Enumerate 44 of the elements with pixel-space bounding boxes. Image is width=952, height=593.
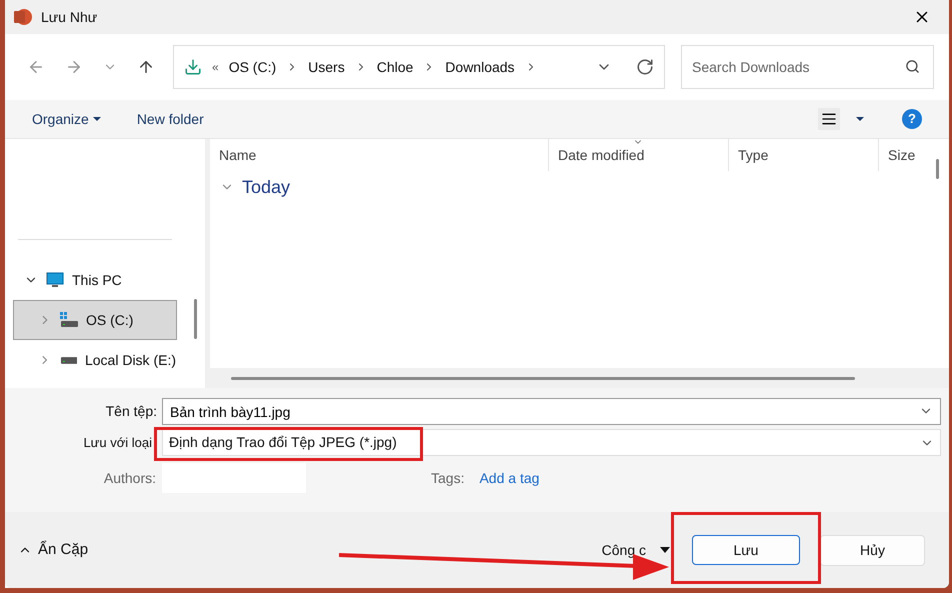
help-icon[interactable]: ?: [902, 109, 922, 129]
save-button[interactable]: Lưu: [692, 535, 800, 565]
column-header[interactable]: Name: [210, 139, 548, 171]
monitor-icon: [46, 272, 64, 288]
refresh-icon[interactable]: [636, 58, 654, 76]
search-field[interactable]: Search Downloads: [681, 45, 934, 89]
file-type-dropdown[interactable]: Định dạng Trao đổi Tệp JPEG (*.jpg): [162, 429, 941, 456]
add-tag-link[interactable]: Add a tag: [479, 468, 540, 488]
cancel-button[interactable]: Hủy: [820, 534, 925, 566]
organize-menu-button[interactable]: Organize: [32, 108, 101, 130]
system-drive-icon: [60, 312, 78, 328]
file-name-field[interactable]: Bản trình bày11.jpg: [162, 398, 941, 425]
tree-item[interactable]: OS (C:): [13, 300, 177, 340]
download-icon: [184, 58, 202, 76]
scrollbar-thumb[interactable]: [194, 299, 196, 339]
search-icon: [905, 59, 920, 74]
field-label: Lưu với loại: [82, 434, 153, 452]
tree-item[interactable]: Local Disk (E:): [13, 340, 177, 380]
caret-icon[interactable]: [856, 117, 864, 121]
column-header[interactable]: Size: [878, 139, 926, 171]
field-label: Tags:: [431, 468, 464, 488]
tree-item[interactable]: This PC: [13, 260, 177, 300]
overflow-chevrons-icon[interactable]: «: [212, 58, 219, 76]
breadcrumb-item[interactable]: Downloads: [445, 56, 515, 78]
view-options-button[interactable]: [818, 108, 840, 130]
caret-icon: [660, 547, 670, 553]
caret-icon: [92, 117, 101, 121]
horizontal-scrollbar-thumb[interactable]: [231, 376, 855, 380]
new-folder-button[interactable]: New folder: [136, 108, 204, 130]
right-arrow-icon: [65, 58, 83, 76]
list-view-icon: [821, 111, 837, 127]
window-title: Lưu Như: [41, 8, 98, 26]
app-icon: [13, 7, 33, 27]
address-bar[interactable]: « OS (C:) Users Chloe Downloads: [173, 45, 665, 89]
breadcrumb-item[interactable]: Users: [308, 56, 345, 78]
breadcrumb-item[interactable]: Chloe: [376, 56, 414, 78]
column-header[interactable]: Date modified: [548, 139, 728, 171]
field-label: Authors:: [102, 468, 157, 488]
field-label: Tên tệp:: [104, 402, 158, 421]
breadcrumb-item[interactable]: OS (C:): [228, 56, 276, 78]
scrollbar-thumb[interactable]: [936, 159, 939, 179]
column-header[interactable]: Type: [728, 139, 878, 171]
group-header[interactable]: Today: [210, 171, 926, 203]
hide-folders-button[interactable]: Ẩn Cặp: [18, 538, 88, 562]
